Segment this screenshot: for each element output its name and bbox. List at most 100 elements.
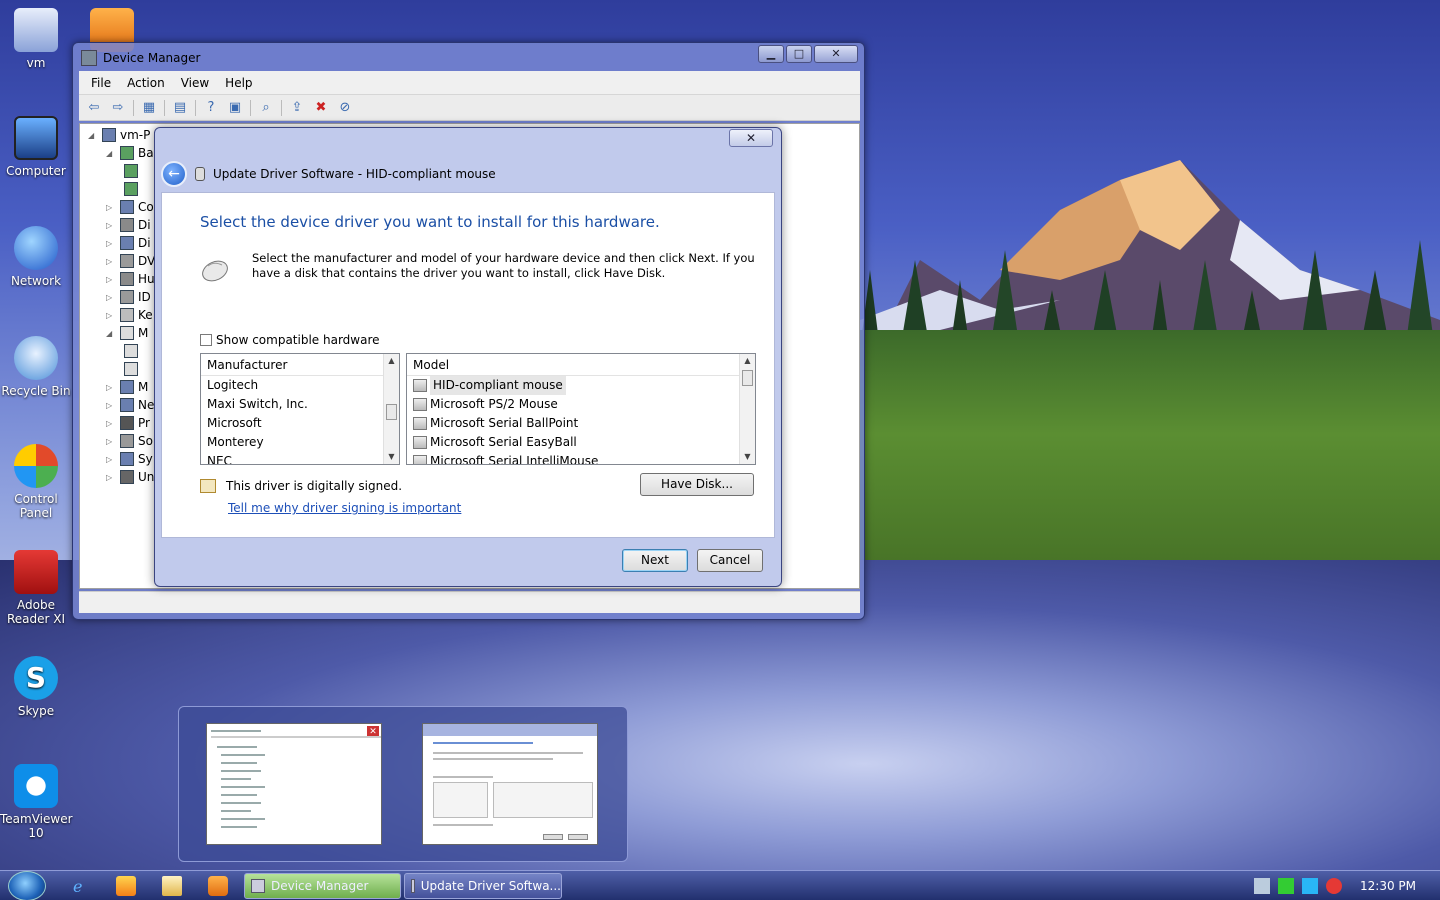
tree-item-computer[interactable]: ◢ vm-P (88, 126, 150, 144)
collapse-arrow-icon[interactable]: ◢ (88, 131, 98, 140)
flag-tray-icon[interactable] (1278, 878, 1294, 894)
tree-item-disk-drives[interactable]: ▷ Di (106, 216, 151, 234)
expand-arrow-icon[interactable]: ▷ (106, 383, 116, 392)
tree-item-mouse-child[interactable] (124, 360, 138, 378)
expand-arrow-icon[interactable]: ▷ (106, 257, 116, 266)
tree-item-mouse-child[interactable] (124, 342, 138, 360)
view-icon[interactable]: ▣ (226, 99, 244, 117)
tree-item-battery-child[interactable] (124, 180, 138, 198)
list-item[interactable]: Microsoft Serial IntelliMouse (407, 452, 755, 464)
forward-arrow-icon[interactable]: ⇨ (109, 99, 127, 117)
minimize-button[interactable]: ▁ (758, 45, 784, 63)
expand-arrow-icon[interactable]: ▷ (106, 293, 116, 302)
model-scrollbar[interactable]: ▲ ▼ (739, 354, 755, 464)
tree-item-ide[interactable]: ▷ ID (106, 288, 151, 306)
expand-arrow-icon[interactable]: ▷ (106, 437, 116, 446)
update-driver-icon[interactable]: ⇪ (288, 99, 306, 117)
back-arrow-icon[interactable]: ← (161, 161, 187, 187)
uc-browser-icon[interactable] (208, 876, 228, 896)
expand-arrow-icon[interactable]: ▷ (106, 221, 116, 230)
desktop-icon-vm[interactable]: vm (0, 8, 72, 70)
tree-item-display-adapters[interactable]: ▷ Di (106, 234, 151, 252)
list-item[interactable]: Logitech (201, 376, 399, 395)
driver-signing-link[interactable]: Tell me why driver signing is important (228, 501, 461, 515)
tree-item-batteries[interactable]: ◢ Ba (106, 144, 154, 162)
device-manager-thumbnail[interactable]: ✕ (206, 723, 382, 845)
expand-arrow-icon[interactable]: ▷ (106, 311, 116, 320)
manufacturer-scrollbar[interactable]: ▲ ▼ (383, 354, 399, 464)
desktop-icon-network[interactable]: Network (0, 226, 72, 288)
tree-item-system-devices[interactable]: ▷ Sy (106, 450, 153, 468)
tree-item-hid[interactable]: ▷ Hu (106, 270, 155, 288)
show-compatible-checkbox[interactable]: Show compatible hardware (200, 333, 380, 347)
desktop-icon-recycle-bin[interactable]: Recycle Bin (0, 336, 72, 398)
tree-item-network-adapters[interactable]: ▷ Ne (106, 396, 154, 414)
desktop-icon-teamviewer[interactable]: TeamViewer 10 (0, 764, 73, 840)
monitor-tray-icon[interactable] (1302, 878, 1318, 894)
clock[interactable]: 12:30 PM (1360, 879, 1416, 893)
media-player-icon[interactable] (116, 876, 136, 896)
manufacturer-list[interactable]: Manufacturer Logitech Maxi Switch, Inc. … (200, 353, 400, 465)
collapse-arrow-icon[interactable]: ◢ (106, 149, 116, 158)
disable-device-icon[interactable]: ⊘ (336, 99, 354, 117)
volume-tray-icon[interactable] (1326, 878, 1342, 894)
scan-hardware-icon[interactable]: ⌕ (257, 99, 275, 117)
expand-arrow-icon[interactable]: ▷ (106, 473, 116, 482)
tree-item-dvd-drives[interactable]: ▷ DV (106, 252, 155, 270)
tree-item-monitors[interactable]: ▷ M (106, 378, 148, 396)
scroll-up-arrow-icon[interactable]: ▲ (740, 354, 755, 368)
list-item[interactable]: Maxi Switch, Inc. (201, 395, 399, 414)
window-title-bar[interactable]: Device Manager (81, 47, 200, 69)
have-disk-button[interactable]: Have Disk... (640, 473, 754, 496)
list-item[interactable]: Microsoft PS/2 Mouse (407, 395, 755, 414)
expand-arrow-icon[interactable]: ▷ (106, 419, 116, 428)
list-item[interactable]: Monterey (201, 433, 399, 452)
network-tray-icon[interactable] (1254, 878, 1270, 894)
internet-explorer-icon[interactable]: e (70, 876, 90, 896)
update-driver-thumbnail[interactable] (422, 723, 598, 845)
scroll-down-arrow-icon[interactable]: ▼ (384, 450, 399, 464)
close-button[interactable]: ✕ (814, 45, 858, 63)
scroll-up-arrow-icon[interactable]: ▲ (384, 354, 399, 368)
desktop-icon-adobe-reader[interactable]: Adobe Reader XI (0, 550, 72, 626)
list-item[interactable]: Microsoft Serial BallPoint (407, 414, 755, 433)
expand-arrow-icon[interactable]: ▷ (106, 401, 116, 410)
menu-file[interactable]: File (83, 76, 119, 90)
expand-arrow-icon[interactable]: ▷ (106, 275, 116, 284)
scroll-thumb[interactable] (386, 404, 397, 420)
desktop-icon-control-panel[interactable]: Control Panel (0, 444, 72, 520)
menu-help[interactable]: Help (217, 76, 260, 90)
list-item[interactable]: NEC (201, 452, 399, 464)
menu-view[interactable]: View (173, 76, 217, 90)
tree-item-mice[interactable]: ◢ M (106, 324, 148, 342)
back-arrow-icon[interactable]: ⇦ (85, 99, 103, 117)
cancel-button[interactable]: Cancel (697, 549, 763, 572)
scroll-down-arrow-icon[interactable]: ▼ (740, 450, 755, 464)
scroll-thumb[interactable] (742, 370, 753, 386)
tree-item-sound[interactable]: ▷ So (106, 432, 153, 450)
expand-arrow-icon[interactable]: ▷ (106, 239, 116, 248)
desktop-icon-skype[interactable]: S Skype (0, 656, 72, 718)
desktop-icon-computer[interactable]: Computer (0, 116, 72, 178)
tree-item-processors[interactable]: ▷ Pr (106, 414, 150, 432)
list-item[interactable]: Microsoft Serial EasyBall (407, 433, 755, 452)
checkbox-unchecked[interactable] (200, 334, 212, 346)
start-button[interactable] (8, 871, 46, 900)
tree-item-battery-child[interactable] (124, 162, 138, 180)
taskbar-button-device-manager[interactable]: Device Manager (244, 873, 401, 899)
expand-arrow-icon[interactable]: ▷ (106, 203, 116, 212)
tree-item-computer-category[interactable]: ▷ Co (106, 198, 154, 216)
show-hide-console-tree-icon[interactable]: ▦ (140, 99, 158, 117)
collapse-arrow-icon[interactable]: ◢ (106, 329, 116, 338)
maximize-button[interactable]: □ (786, 45, 812, 63)
file-explorer-icon[interactable] (162, 876, 182, 896)
dialog-close-button[interactable]: ✕ (729, 129, 773, 147)
taskbar-button-update-driver[interactable]: Update Driver Softwa... (404, 873, 562, 899)
next-button[interactable]: Next (622, 549, 688, 572)
list-item-selected[interactable]: HID-compliant mouse (407, 376, 755, 395)
list-item[interactable]: Microsoft (201, 414, 399, 433)
tree-item-usb[interactable]: ▷ Un (106, 468, 154, 486)
menu-action[interactable]: Action (119, 76, 173, 90)
uninstall-icon[interactable]: ✖ (312, 99, 330, 117)
update-driver-dialog[interactable]: ✕ ← Update Driver Software - HID-complia… (154, 127, 782, 587)
